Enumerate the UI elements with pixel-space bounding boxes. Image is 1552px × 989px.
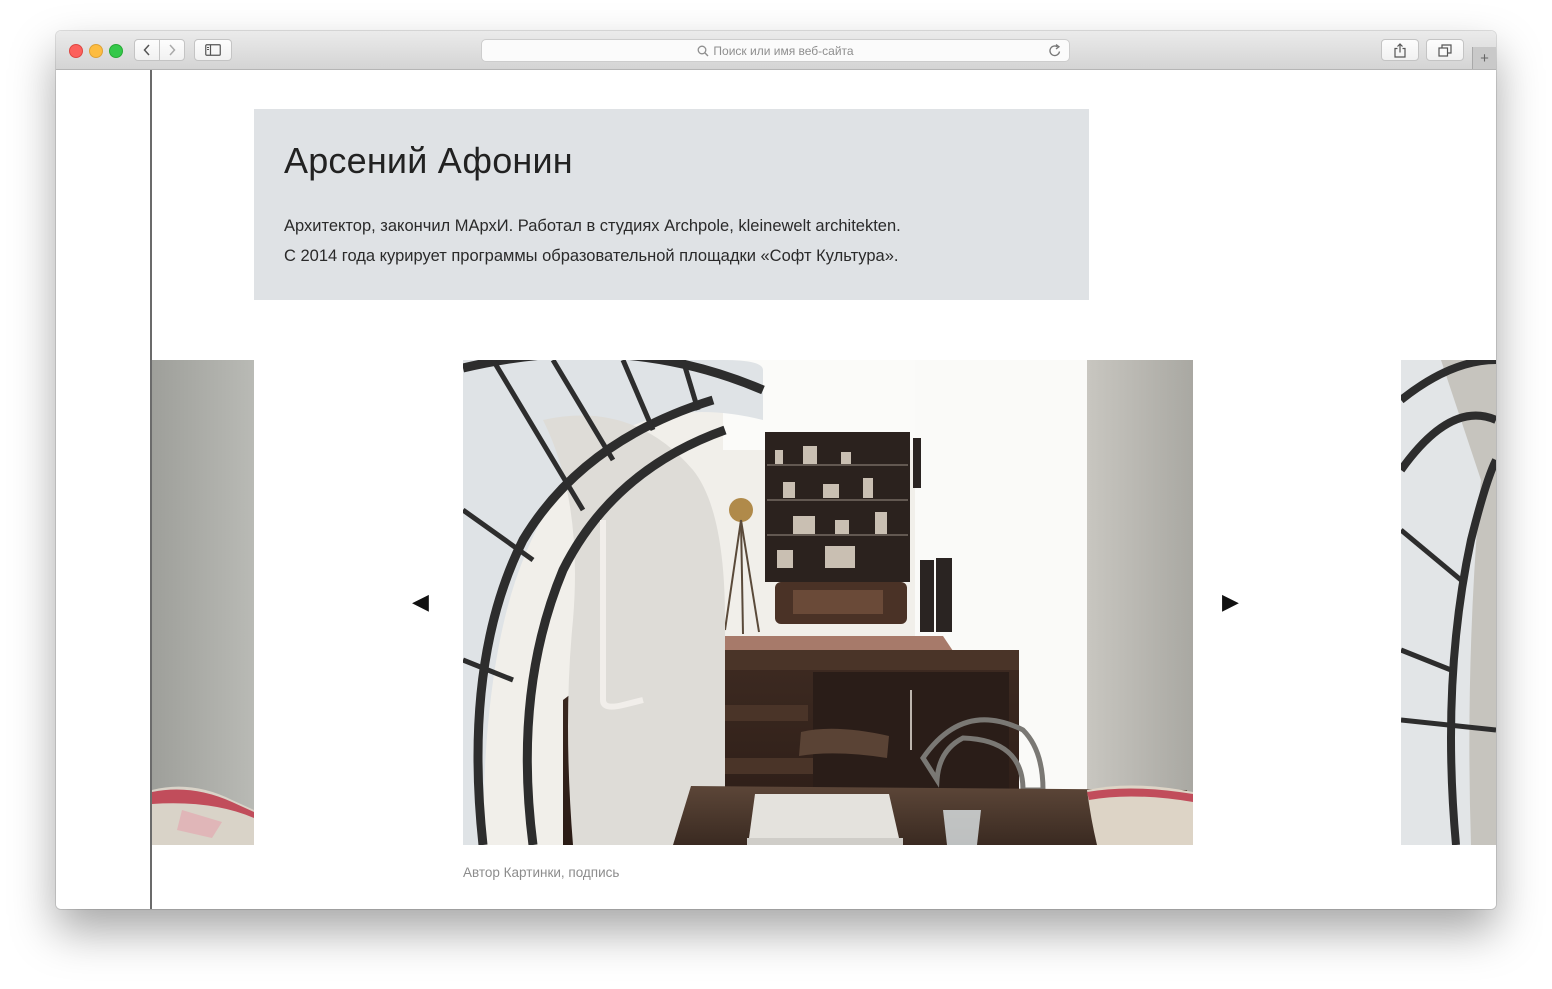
gallery-next-button[interactable]: ▶ [1222, 591, 1239, 613]
browser-window: Поиск или имя веб-сайта + Арсений Афонин [56, 31, 1496, 909]
share-icon [1394, 42, 1406, 58]
zoom-window-button[interactable] [109, 44, 123, 58]
address-bar[interactable]: Поиск или имя веб-сайта [481, 39, 1070, 62]
gallery-slide-previous[interactable] [152, 360, 254, 845]
bio-text-line: Архитектор, закончил МАрхИ. Работал в ст… [284, 217, 901, 235]
navigation-buttons [134, 39, 185, 61]
tab-overview-button[interactable] [1426, 39, 1464, 61]
chevron-left-icon [143, 44, 150, 56]
image-caption: Автор Картинки, подпись [463, 865, 620, 880]
back-button[interactable] [134, 39, 160, 61]
sidebar-toggle-button[interactable] [194, 39, 232, 61]
share-button[interactable] [1381, 39, 1419, 61]
gallery-prev-button[interactable]: ◀ [412, 591, 429, 613]
close-window-button[interactable] [69, 44, 83, 58]
tabs-icon [1438, 43, 1452, 57]
gallery-slide-next[interactable] [1401, 360, 1496, 845]
gallery-slide-current[interactable] [463, 360, 1193, 845]
page-content: Арсений Афонин Архитектор, закончил МАрх… [56, 70, 1496, 909]
bio-name: Арсений Афонин [284, 140, 573, 181]
sidebar-icon [205, 44, 221, 56]
search-icon [697, 45, 709, 56]
bio-text-line: С 2014 года курирует программы образоват… [284, 247, 899, 265]
forward-button[interactable] [159, 39, 185, 61]
new-tab-button[interactable]: + [1472, 47, 1496, 69]
reload-icon[interactable] [1048, 43, 1062, 58]
bio-card: Арсений Афонин Архитектор, закончил МАрх… [254, 109, 1089, 300]
address-placeholder: Поиск или имя веб-сайта [713, 43, 854, 58]
minimize-window-button[interactable] [89, 44, 103, 58]
browser-toolbar: Поиск или имя веб-сайта + [56, 31, 1496, 70]
chevron-right-icon [169, 44, 176, 56]
